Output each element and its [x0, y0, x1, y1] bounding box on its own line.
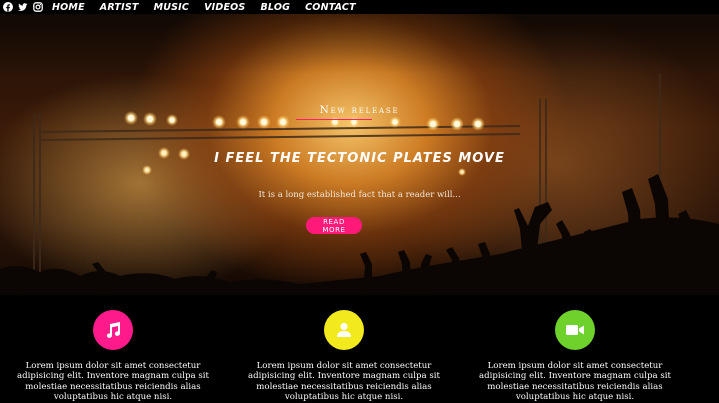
social-links: [3, 2, 43, 12]
hero-kicker: New release: [319, 104, 400, 116]
nav-home-link[interactable]: HOME: [52, 2, 85, 13]
video-camera-icon: [555, 310, 595, 350]
user-icon: [324, 310, 364, 350]
instagram-icon[interactable]: [33, 2, 43, 12]
top-navbar: HOME ARTIST MUSIC VIDEOS BLOG CONTACT: [0, 0, 719, 14]
features-section: Lorem ipsum dolor sit amet consectetur a…: [0, 295, 719, 403]
music-note-icon: [93, 310, 133, 350]
nav-artist-link[interactable]: ARTIST: [100, 2, 139, 13]
feature-artist: Lorem ipsum dolor sit amet consectetur a…: [244, 310, 444, 403]
feature-music: Lorem ipsum dolor sit amet consectetur a…: [13, 310, 213, 403]
facebook-icon[interactable]: [3, 2, 13, 12]
main-nav: HOME ARTIST MUSIC VIDEOS BLOG CONTACT: [52, 2, 371, 13]
feature-video: Lorem ipsum dolor sit amet consectetur a…: [475, 310, 675, 403]
feature-music-text: Lorem ipsum dolor sit amet consectetur a…: [17, 361, 209, 403]
hero-title: I FEEL THE TECTONIC PLATES MOVE: [214, 151, 505, 166]
nav-contact-link[interactable]: CONTACT: [305, 2, 356, 13]
feature-video-text: Lorem ipsum dolor sit amet consectetur a…: [479, 361, 671, 403]
nav-videos-link[interactable]: VIDEOS: [204, 2, 245, 13]
hero-subtitle: It is a long established fact that a rea…: [258, 190, 461, 200]
feature-artist-text: Lorem ipsum dolor sit amet consectetur a…: [248, 361, 440, 403]
twitter-icon[interactable]: [18, 2, 28, 12]
nav-blog-link[interactable]: BLOG: [260, 2, 290, 13]
read-more-button[interactable]: READ MORE: [306, 217, 362, 234]
nav-music-link[interactable]: MUSIC: [154, 2, 190, 13]
hero-banner: New release I FEEL THE TECTONIC PLATES M…: [0, 14, 719, 295]
kicker-underline: [296, 119, 372, 120]
